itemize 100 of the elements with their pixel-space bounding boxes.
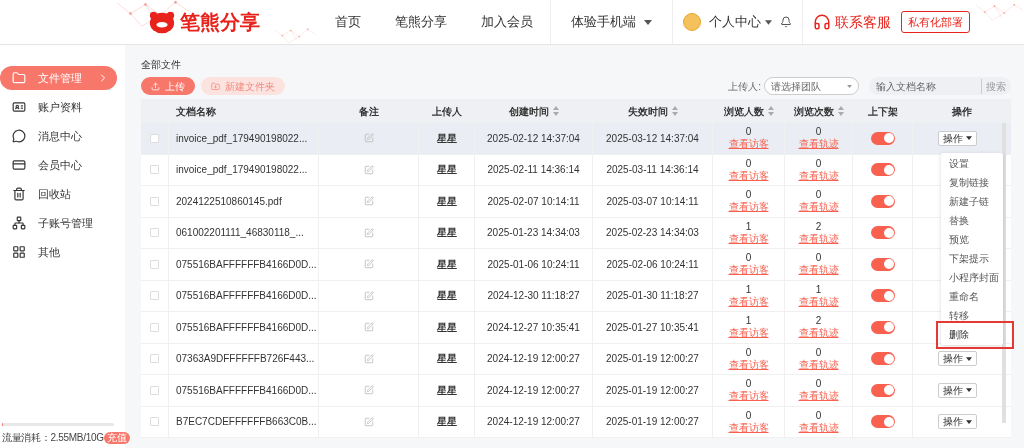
menu-item[interactable]: 转移: [941, 306, 1003, 325]
expiry-time: 2025-03-07 10:14:11: [606, 194, 699, 209]
contact-link[interactable]: 联系客服: [835, 11, 891, 33]
column-header[interactable]: 创建时间: [509, 103, 549, 119]
uploader-name: 星星: [436, 320, 457, 335]
column-header[interactable]: 浏览人数: [724, 103, 764, 119]
toggle-switch[interactable]: [870, 289, 895, 303]
uploader-name: 星星: [436, 352, 457, 367]
action-button[interactable]: 操作: [937, 130, 977, 146]
file-name[interactable]: invoice_pdf_179490198022...: [176, 130, 308, 146]
row-checkbox[interactable]: [150, 259, 159, 269]
row-checkbox[interactable]: [150, 417, 159, 427]
toggle-switch[interactable]: [870, 226, 895, 240]
file-name[interactable]: 075516BAFFFFFFB4166D0D...: [176, 382, 317, 398]
menu-item[interactable]: 新建子链: [941, 192, 1003, 211]
row-checkbox[interactable]: [150, 322, 159, 332]
toggle-switch[interactable]: [870, 383, 895, 397]
toggle-switch[interactable]: [870, 257, 895, 271]
file-name[interactable]: 075516BAFFFFFFB4166D0D...: [176, 319, 317, 335]
edit-note-icon[interactable]: [363, 322, 374, 333]
row-checkbox[interactable]: [150, 133, 159, 143]
nav-dropdown[interactable]: 体验手机端: [571, 12, 652, 32]
caret-icon: [847, 84, 852, 88]
sidebar-item[interactable]: 其他: [0, 240, 117, 264]
sort-icon[interactable]: [553, 106, 559, 116]
created-time: 2024-12-19 12:00:27: [487, 415, 580, 430]
caret-icon: [644, 19, 652, 25]
team-select[interactable]: 请选择团队: [764, 77, 859, 95]
sidebar-item[interactable]: 账户资料: [0, 95, 117, 119]
action-button[interactable]: 操作: [937, 414, 977, 430]
card-icon: [12, 158, 26, 172]
edit-note-icon[interactable]: [363, 227, 374, 238]
file-name[interactable]: 061002201111_46830118_...: [176, 225, 304, 241]
created-time: 2025-02-12 14:37:04: [487, 131, 580, 146]
sidebar-item[interactable]: 消息中心: [0, 124, 117, 148]
edit-note-icon[interactable]: [363, 290, 374, 301]
avatar[interactable]: [683, 13, 701, 31]
edit-note-icon[interactable]: [363, 416, 374, 427]
edit-note-icon[interactable]: [363, 353, 374, 364]
visitor-count: 0: [745, 346, 752, 359]
caret-icon: [765, 19, 772, 25]
column-header[interactable]: 失效时间: [628, 103, 668, 119]
menu-item[interactable]: 小程序封面: [941, 268, 1003, 287]
edit-note-icon[interactable]: [363, 385, 374, 396]
bell-icon[interactable]: [780, 16, 792, 28]
toggle-switch[interactable]: [870, 320, 895, 334]
menu-item[interactable]: 设置: [941, 154, 1003, 173]
created-time: 2024-12-19 12:00:27: [487, 383, 580, 398]
row-checkbox[interactable]: [150, 165, 159, 175]
menu-item[interactable]: 重命名: [941, 287, 1003, 306]
visitor-count: 1: [745, 220, 752, 233]
view-count: 0: [815, 378, 822, 391]
nav-link[interactable]: 笔熊分享: [395, 12, 447, 32]
action-button[interactable]: 操作: [937, 351, 977, 367]
row-checkbox[interactable]: [150, 291, 159, 301]
uploader-name: 星星: [436, 163, 457, 178]
menu-item[interactable]: 下架提示: [941, 249, 1003, 268]
menu-item[interactable]: 替换: [941, 211, 1003, 230]
edit-note-icon[interactable]: [363, 164, 374, 175]
edit-note-icon[interactable]: [363, 259, 374, 270]
view-count: 0: [815, 409, 822, 422]
row-checkbox[interactable]: [150, 385, 159, 395]
sidebar-item[interactable]: 子账号管理: [0, 211, 117, 235]
folder-plus-icon: [211, 81, 220, 91]
edit-note-icon[interactable]: [363, 133, 374, 144]
nav-link[interactable]: 加入会员: [481, 12, 533, 32]
file-name[interactable]: 2024122510860145.pdf: [176, 193, 282, 209]
expiry-time: 2025-01-19 12:00:27: [606, 352, 699, 367]
sort-icon[interactable]: [768, 106, 774, 116]
toggle-switch[interactable]: [870, 163, 895, 177]
sidebar-item[interactable]: 会员中心: [0, 153, 117, 177]
menu-item[interactable]: 复制链接: [941, 173, 1003, 192]
user-menu[interactable]: 个人中心: [709, 12, 772, 32]
menu-item[interactable]: 删除: [941, 325, 1003, 344]
nav-link[interactable]: 首页: [335, 12, 361, 32]
toggle-switch[interactable]: [870, 131, 895, 145]
edit-note-icon[interactable]: [363, 196, 374, 207]
sort-icon[interactable]: [672, 106, 678, 116]
toggle-switch[interactable]: [870, 415, 895, 429]
row-checkbox[interactable]: [150, 354, 159, 364]
file-name[interactable]: B7EC7CDEFFFFFFB663C0B...: [176, 414, 317, 430]
row-checkbox[interactable]: [150, 228, 159, 238]
toggle-switch[interactable]: [870, 194, 895, 208]
file-name[interactable]: 075516BAFFFFFFB4166D0D...: [176, 256, 317, 272]
file-name[interactable]: 07363A9DFFFFFFB726F443...: [176, 351, 315, 367]
created-time: 2024-12-27 10:35:41: [487, 320, 580, 335]
sidebar-item[interactable]: 回收站: [0, 182, 117, 206]
page-title: 全部文件: [141, 58, 182, 72]
uploader-name: 星星: [436, 257, 457, 272]
file-name[interactable]: invoice_pdf_179490198022...: [176, 162, 308, 178]
sort-icon[interactable]: [838, 106, 844, 116]
file-name[interactable]: 075516BAFFFFFFB4166D0D...: [176, 288, 317, 304]
row-checkbox[interactable]: [150, 196, 159, 206]
menu-item[interactable]: 预览: [941, 230, 1003, 249]
deploy-button[interactable]: 私有化部署: [901, 11, 970, 33]
view-count: 0: [815, 189, 822, 202]
column-header[interactable]: 浏览次数: [794, 103, 834, 119]
visitor-count: 1: [745, 283, 752, 296]
toggle-switch[interactable]: [870, 352, 895, 366]
action-button[interactable]: 操作: [937, 382, 977, 398]
